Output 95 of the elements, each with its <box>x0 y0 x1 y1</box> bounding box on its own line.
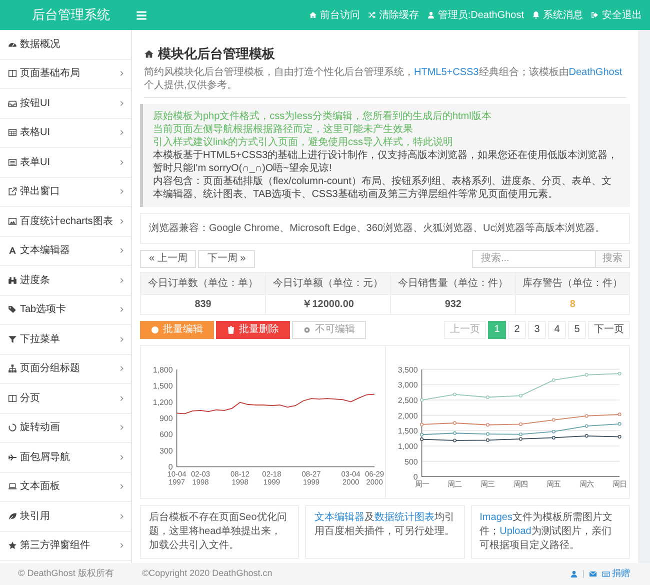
mail-icon[interactable] <box>589 570 597 578</box>
sidebar-item[interactable]: 表格UI <box>0 118 131 148</box>
column-header: 今日销售量（单位：件） <box>390 272 516 294</box>
sidebar-item[interactable]: 按钮UI <box>0 89 131 118</box>
page-button[interactable]: 2 <box>508 320 526 338</box>
axis-label: 1,800 <box>152 365 173 374</box>
home-icon <box>308 11 317 19</box>
spinner-icon <box>8 423 17 432</box>
sidebar-item[interactable]: 文本面板 <box>0 472 131 502</box>
axis-label: 1,500 <box>152 381 173 390</box>
sidebar-item[interactable]: 下拉菜单 <box>0 325 131 354</box>
link[interactable]: Upload <box>500 526 532 537</box>
page-button[interactable]: 5 <box>568 320 586 338</box>
axis-label: 1,200 <box>152 398 173 407</box>
laptop-icon <box>8 482 17 492</box>
picture-icon <box>8 216 17 226</box>
page-button[interactable]: 3 <box>528 320 546 338</box>
sidebar-item[interactable]: 百度统计echarts图表 <box>0 207 131 236</box>
axis-label: 0 <box>412 472 418 482</box>
home-icon <box>144 48 154 59</box>
column-header: 今日订单数（单位：单） <box>140 272 266 294</box>
form-icon <box>8 158 17 167</box>
axis-label: 1,000 <box>397 442 418 451</box>
link[interactable]: 数据统计图表 <box>374 512 434 523</box>
sign-out-icon <box>591 11 599 19</box>
sidebar-item[interactable]: 旋转动画 <box>0 414 131 443</box>
user-icon[interactable] <box>570 570 578 578</box>
sidebar-item[interactable]: 面包屑导航 <box>0 443 131 472</box>
notice-text: 引入样式建议link的方式引入页面，避免使用css导入样式，特此说明 <box>153 136 454 148</box>
notice-text: 原始模板为php文件格式，css为less分类编辑，您所看到的生成后的html版本 <box>153 110 492 122</box>
bell-icon <box>532 11 540 19</box>
axis-label: 3,000 <box>397 380 418 390</box>
notice-text: 当前页面左侧导航根据根据路径而定，这里可能未产生效果 <box>153 122 414 136</box>
trash-icon <box>227 326 235 334</box>
tags-icon <box>8 305 17 314</box>
leaf-icon <box>8 512 17 521</box>
link[interactable]: Images <box>480 512 512 523</box>
notice-text: 内容包含：页面基础排版（flex/column-count）布局、按钮系列组、表格系列、进度条、分页、表单、文本编辑器、统计图表、TAB选项卡、CSS3基础动画及第三方弹层组件等常见页面使用元素。 <box>153 174 612 200</box>
keyboard-icon <box>602 570 610 578</box>
axis-label: 900 <box>160 414 173 423</box>
page-subtitle: 简约风模块化后台管理模板，自由打造个性化后台管理系统，HTML5+CSS3经典组合；该模板由DeathGhost 个人提供,仅供参考。 <box>144 66 624 92</box>
week-nav-button[interactable]: « 上一周 <box>140 250 196 268</box>
copyright-text: ©Copyright 2020 DeathGhost.cn <box>142 567 272 580</box>
columns-icon <box>8 69 17 78</box>
sidebar-item[interactable]: Tab选项卡 <box>0 296 131 325</box>
sidebar-item[interactable]: 进度条 <box>0 266 131 296</box>
link[interactable]: 文本编辑器 <box>314 512 364 523</box>
page-title: 模块化后台管理模板 <box>158 45 275 63</box>
batch-delete-button[interactable]: 批量删除 <box>216 320 290 338</box>
shuffle-icon <box>368 11 376 19</box>
axis-label: 3,500 <box>397 365 418 374</box>
external-link-icon <box>8 187 17 196</box>
sidebar-item[interactable]: 块引用 <box>0 502 131 532</box>
sitemap-icon <box>8 364 17 374</box>
search-field[interactable]: 搜索... <box>472 250 596 268</box>
week-nav-button[interactable]: 下一周 » <box>198 250 255 268</box>
axis-label: 300 <box>160 446 173 456</box>
table-cell: 839 <box>140 294 266 314</box>
filter-icon <box>8 334 17 344</box>
sidebar-copyright: © DeathGhost 版权所有 <box>17 567 115 580</box>
axis-label: 1,500 <box>397 426 418 436</box>
table-cell: 8 <box>516 294 630 314</box>
info-card: 文本编辑器及数据统计图表均引用百度相关插件，可另行处理。 <box>305 505 465 559</box>
axis-label: 0 <box>168 462 173 472</box>
axis-label: 500 <box>404 457 418 466</box>
page-button[interactable]: 下一页 <box>588 320 630 338</box>
sidebar-item[interactable]: 表单UI <box>0 148 131 178</box>
app-title: 后台管理系统 <box>31 6 111 24</box>
columns-icon <box>8 394 17 403</box>
star-icon <box>8 541 17 550</box>
user-icon <box>426 11 435 19</box>
axis-label: 600 <box>160 430 173 439</box>
sidebar-item[interactable]: 页面基础布局 <box>0 60 131 89</box>
sidebar-item[interactable]: 第三方弹窗组件 <box>0 532 131 561</box>
info-card: 后台模板不存在页面Seo优化问题，这里将head单独提出来，加载公共引入文件。 <box>140 505 300 559</box>
axis-label: 2,500 <box>397 396 418 405</box>
sidebar-item[interactable]: 文本编辑器 <box>0 236 131 266</box>
sidebar-item[interactable]: 分页 <box>0 384 131 414</box>
column-header: 库存警告（单位：件） <box>516 272 630 294</box>
sidebar-item[interactable]: 页面分组标题 <box>0 354 131 384</box>
plane-icon <box>8 452 17 462</box>
sidebar-item[interactable]: 数据概况 <box>0 30 131 60</box>
notice-text: 本模板基于HTML5+CSS3的基础上进行设计制作，仅支持高版本浏览器，如果您还在使用低版本浏览器，暂时只能I'm sorryO(∩_∩)O唔~望余见谅! <box>153 148 619 174</box>
column-header: 今日订单额（单位：元） <box>266 272 391 294</box>
browser-compat-text: 浏览器兼容：Google Chrome、Microsoft Edge、360浏览器、火狐浏览器、Uc浏览器等高版本浏览器。 <box>140 212 630 244</box>
page-button[interactable]: 4 <box>548 320 566 338</box>
sidebar-item[interactable]: 弹出窗口 <box>0 178 131 207</box>
inbox-icon <box>8 98 17 108</box>
table-cell: ￥12000.00 <box>266 294 391 314</box>
table-icon <box>8 128 17 138</box>
table-cell: 932 <box>390 294 516 314</box>
font-icon <box>8 246 17 256</box>
axis-label: 2,000 <box>397 411 418 420</box>
binoculars-icon <box>8 276 17 285</box>
info-card: Images文件为模板所需图片文件；Upload为测试图片，亲们可根据项目定义路径。 <box>470 505 630 559</box>
